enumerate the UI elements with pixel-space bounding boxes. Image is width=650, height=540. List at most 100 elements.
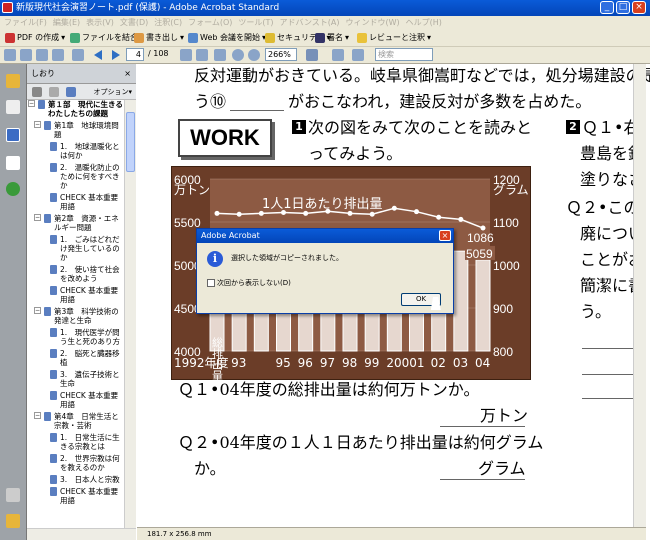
rotate-icon[interactable]	[352, 49, 364, 61]
dialog-title-bar: Adobe Acrobat	[197, 229, 453, 243]
panel-close-icon[interactable]: ×	[124, 64, 131, 84]
menu-item-3[interactable]: 文書(D)	[120, 18, 148, 27]
web-meeting-button[interactable]: Web 会議を開始 ▾	[185, 31, 269, 45]
bookmarks-hscrollbar[interactable]	[27, 528, 136, 540]
bookmarks-icon[interactable]	[6, 128, 20, 142]
zoom-tool-icon[interactable]	[214, 49, 226, 61]
pages-icon[interactable]	[6, 100, 20, 114]
sign-button[interactable]: 署名 ▾	[312, 31, 352, 45]
first-page-icon[interactable]	[72, 49, 84, 61]
menu-item-9[interactable]: ヘルプ(H)	[406, 18, 442, 27]
help-icon[interactable]	[6, 182, 20, 196]
bookmark-item[interactable]: − 第3章 科学技術の発達と生命	[28, 307, 124, 325]
bookmark-label: 第4章 日常生活と宗教・芸術	[54, 412, 119, 430]
menu-item-1[interactable]: 編集(E)	[53, 18, 80, 27]
expand-bookmark-icon[interactable]	[66, 87, 76, 97]
bookmark-item[interactable]: − 第2章 資源・エネルギー問題	[28, 214, 124, 232]
create-pdf-icon	[5, 33, 15, 43]
save-icon[interactable]	[20, 49, 32, 61]
bookmark-icon	[44, 121, 51, 130]
export-button[interactable]: 書き出し ▾	[131, 31, 187, 45]
dialog-close-button[interactable]: ×	[439, 230, 451, 241]
bookmark-item[interactable]: 2. 世界宗教は何を教えるのか	[28, 454, 124, 472]
select-tool-icon[interactable]	[196, 49, 208, 61]
collapse-toggle-icon[interactable]: −	[34, 121, 41, 128]
bookmark-item[interactable]: − 第4章 日常生活と宗教・芸術	[28, 412, 124, 430]
bookmark-item[interactable]: 1. 日常生活に生きる宗教とは	[28, 433, 124, 451]
bookmark-item[interactable]: 3. 日本人と宗教	[28, 475, 124, 484]
bookmark-label: 第3章 科学技術の発達と生命	[54, 307, 119, 325]
x-tick-label: 95	[276, 356, 291, 370]
bookmark-item[interactable]: 2. 温暖化防止のために何をすべきか	[28, 163, 124, 190]
zoom-level-field[interactable]: 266%	[265, 48, 297, 61]
bar-annotation: 5059	[466, 247, 493, 261]
line-point	[369, 211, 375, 217]
document-scrollbar[interactable]	[633, 64, 646, 527]
menu-item-4[interactable]: 注釈(C)	[154, 18, 182, 27]
menu-item-7[interactable]: アドバンスト(A)	[280, 18, 340, 27]
search-field[interactable]: 検索	[375, 48, 433, 61]
attachments-icon[interactable]	[6, 488, 20, 502]
bookmark-item[interactable]: 3. 遺伝子技術と生命	[28, 370, 124, 388]
fit-page-icon[interactable]	[306, 49, 318, 61]
acrobat-app-icon[interactable]	[2, 2, 13, 13]
bookmarks-scrollbar[interactable]	[124, 100, 136, 528]
dont-show-checkbox[interactable]	[207, 279, 215, 287]
options-menu[interactable]: オプション▾	[93, 84, 132, 100]
menu-item-5[interactable]: フォーム(O)	[188, 18, 232, 27]
menu-item-8[interactable]: ウィンドウ(W)	[346, 18, 400, 27]
next-page-icon[interactable]	[112, 50, 120, 60]
minimize-button[interactable]: _	[600, 1, 614, 14]
bookmark-item[interactable]: CHECK 基本重要用語	[28, 487, 124, 505]
bookmark-icon	[50, 235, 57, 244]
bookmark-icon	[50, 142, 57, 151]
bookmark-item[interactable]: 1. 地球温暖化とは何か	[28, 142, 124, 160]
new-bookmark-icon[interactable]	[49, 87, 59, 97]
bookmark-item[interactable]: − 第１部 現代に生きるわたしたちの課題	[28, 100, 124, 118]
print-icon[interactable]	[36, 49, 48, 61]
create-pdf-button[interactable]: PDF の作成 ▾	[2, 31, 68, 45]
bookmark-item[interactable]: CHECK 基本重要用語	[28, 391, 124, 409]
bookmarks-scroll-thumb[interactable]	[126, 112, 135, 172]
email-icon[interactable]	[52, 49, 64, 61]
comments-icon[interactable]	[6, 514, 20, 528]
zoom-out-icon[interactable]	[232, 49, 244, 61]
zoom-in-icon[interactable]	[248, 49, 260, 61]
close-button[interactable]: ×	[632, 1, 646, 14]
bookmark-item[interactable]: CHECK 基本重要用語	[28, 286, 124, 304]
bookmark-item[interactable]: − 第1章 地球環境問題	[28, 121, 124, 139]
right-text-1: Ｑ１•右	[582, 118, 640, 137]
question-1-unit: 万トン	[480, 406, 529, 425]
bookmark-icon	[44, 307, 51, 316]
collapse-toggle-icon[interactable]: −	[34, 307, 41, 314]
bookmark-item[interactable]: 1. 現代医学が問う生と死のあり方	[28, 328, 124, 346]
maximize-button[interactable]: □	[616, 1, 630, 14]
bookmark-icon	[44, 214, 51, 223]
bookmark-item[interactable]: 1. ごみはどれだけ発生しているのか	[28, 235, 124, 262]
menu-item-2[interactable]: 表示(V)	[86, 18, 114, 27]
fit-width-icon[interactable]	[332, 49, 344, 61]
menu-item-0[interactable]: ファイル(F)	[4, 18, 47, 27]
bookmark-label: 3. 日本人と宗教	[60, 475, 120, 484]
question-1: Ｑ１•04年度の総排出量は約何万トンか。	[178, 380, 480, 399]
bookmark-item[interactable]: 2. 使い捨て社会を改めよう	[28, 265, 124, 283]
signatures-icon[interactable]	[6, 156, 20, 170]
bookmark-item[interactable]: 2. 脳死と臓器移植	[28, 349, 124, 367]
menu-item-6[interactable]: ツール(T)	[238, 18, 273, 27]
delete-bookmark-icon[interactable]	[32, 87, 42, 97]
page-number-input[interactable]: 4	[126, 48, 144, 61]
open-icon[interactable]	[4, 49, 16, 61]
collapse-toggle-icon[interactable]: −	[34, 412, 41, 419]
alert-dialog: Adobe Acrobat × i 選択した領域がコピーされました。 次回から表…	[196, 228, 454, 314]
review-comment-button[interactable]: レビューと注釈 ▾	[354, 31, 434, 45]
collapse-toggle-icon[interactable]: −	[28, 100, 35, 107]
right-tick-label: 900	[493, 302, 513, 316]
lock-icon[interactable]	[6, 74, 20, 88]
collapse-toggle-icon[interactable]: −	[34, 214, 41, 221]
previous-page-icon[interactable]	[94, 50, 102, 60]
line-point	[236, 211, 242, 217]
bookmark-item[interactable]: CHECK 基本重要用語	[28, 193, 124, 211]
window-title-bar: 新版現代社会演習ノート.pdf (保護) - Adobe Acrobat Sta…	[0, 0, 650, 16]
dont-show-label[interactable]: 次回から表示しない(D)	[217, 278, 291, 288]
hand-tool-icon[interactable]	[180, 49, 192, 61]
